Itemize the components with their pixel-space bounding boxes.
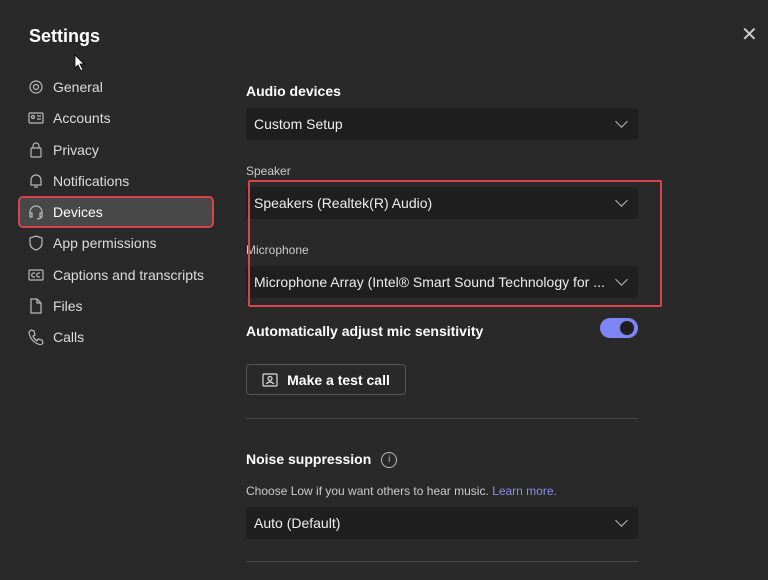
nav-label: Calls [53,329,85,346]
nav-label: App permissions [53,235,157,252]
nav-item-captions[interactable]: Captions and transcripts [20,261,212,289]
noise-description: Choose Low if you want others to hear mu… [246,484,557,498]
auto-adjust-label: Automatically adjust mic sensitivity [246,323,484,339]
microphone-label: Microphone [246,243,309,257]
gear-icon [29,80,43,94]
mouse-cursor-icon [74,54,85,72]
lock-icon [30,142,42,158]
dropdown-value: Speakers (Realtek(R) Audio) [254,195,433,211]
nav-item-files[interactable]: Files [20,292,212,320]
nav-item-privacy[interactable]: Privacy [20,136,212,164]
chevron-down-icon [615,273,628,286]
dropdown-value: Custom Setup [254,116,343,132]
nav-label: Notifications [53,172,130,189]
close-icon[interactable]: ✕ [741,25,759,45]
phone-icon [28,329,44,346]
description-text: Choose Low if you want others to hear mu… [246,484,489,498]
button-label: Make a test call [287,371,390,388]
make-test-call-button[interactable]: Make a test call [246,364,406,395]
bell-icon [30,174,42,188]
divider [246,561,638,562]
info-icon[interactable]: i [381,452,398,469]
dropdown-value: Microphone Array (Intel® Smart Sound Tec… [254,274,605,290]
page-title: Settings [29,26,101,46]
nav-item-calls[interactable]: Calls [20,323,212,351]
test-call-icon [262,372,278,387]
microphone-dropdown[interactable]: Microphone Array (Intel® Smart Sound Tec… [246,266,638,298]
divider [246,418,638,419]
speaker-label: Speaker [246,164,291,178]
id-card-icon [28,112,44,124]
nav-item-app-permissions[interactable]: App permissions [20,229,212,257]
settings-nav: General Accounts Privacy Notifications D… [18,73,214,355]
headset-icon [29,205,43,220]
dropdown-value: Auto (Default) [254,515,341,531]
nav-label: Files [53,298,83,315]
nav-item-general[interactable]: General [20,73,212,101]
cc-icon [28,269,44,281]
heading-text: Noise suppression [246,451,372,467]
file-icon [30,298,42,314]
auto-adjust-toggle[interactable] [600,318,638,338]
speaker-dropdown[interactable]: Speakers (Realtek(R) Audio) [246,187,638,219]
nav-label: Captions and transcripts [53,266,204,283]
chevron-down-icon [615,514,628,527]
nav-item-devices[interactable]: Devices [18,196,214,229]
nav-label: Accounts [53,110,111,127]
nav-label: Privacy [53,141,99,158]
noise-suppression-heading: Noise suppression i [246,451,398,469]
learn-more-link[interactable]: Learn more. [492,484,557,498]
shield-icon [29,235,43,252]
chevron-down-icon [615,115,628,128]
audio-devices-heading: Audio devices [246,83,341,99]
nav-item-notifications[interactable]: Notifications [20,167,212,195]
nav-label: Devices [53,204,103,221]
noise-suppression-dropdown[interactable]: Auto (Default) [246,507,638,539]
nav-item-accounts[interactable]: Accounts [20,104,212,132]
chevron-down-icon [615,194,628,207]
audio-devices-dropdown[interactable]: Custom Setup [246,108,638,140]
nav-label: General [53,79,103,95]
